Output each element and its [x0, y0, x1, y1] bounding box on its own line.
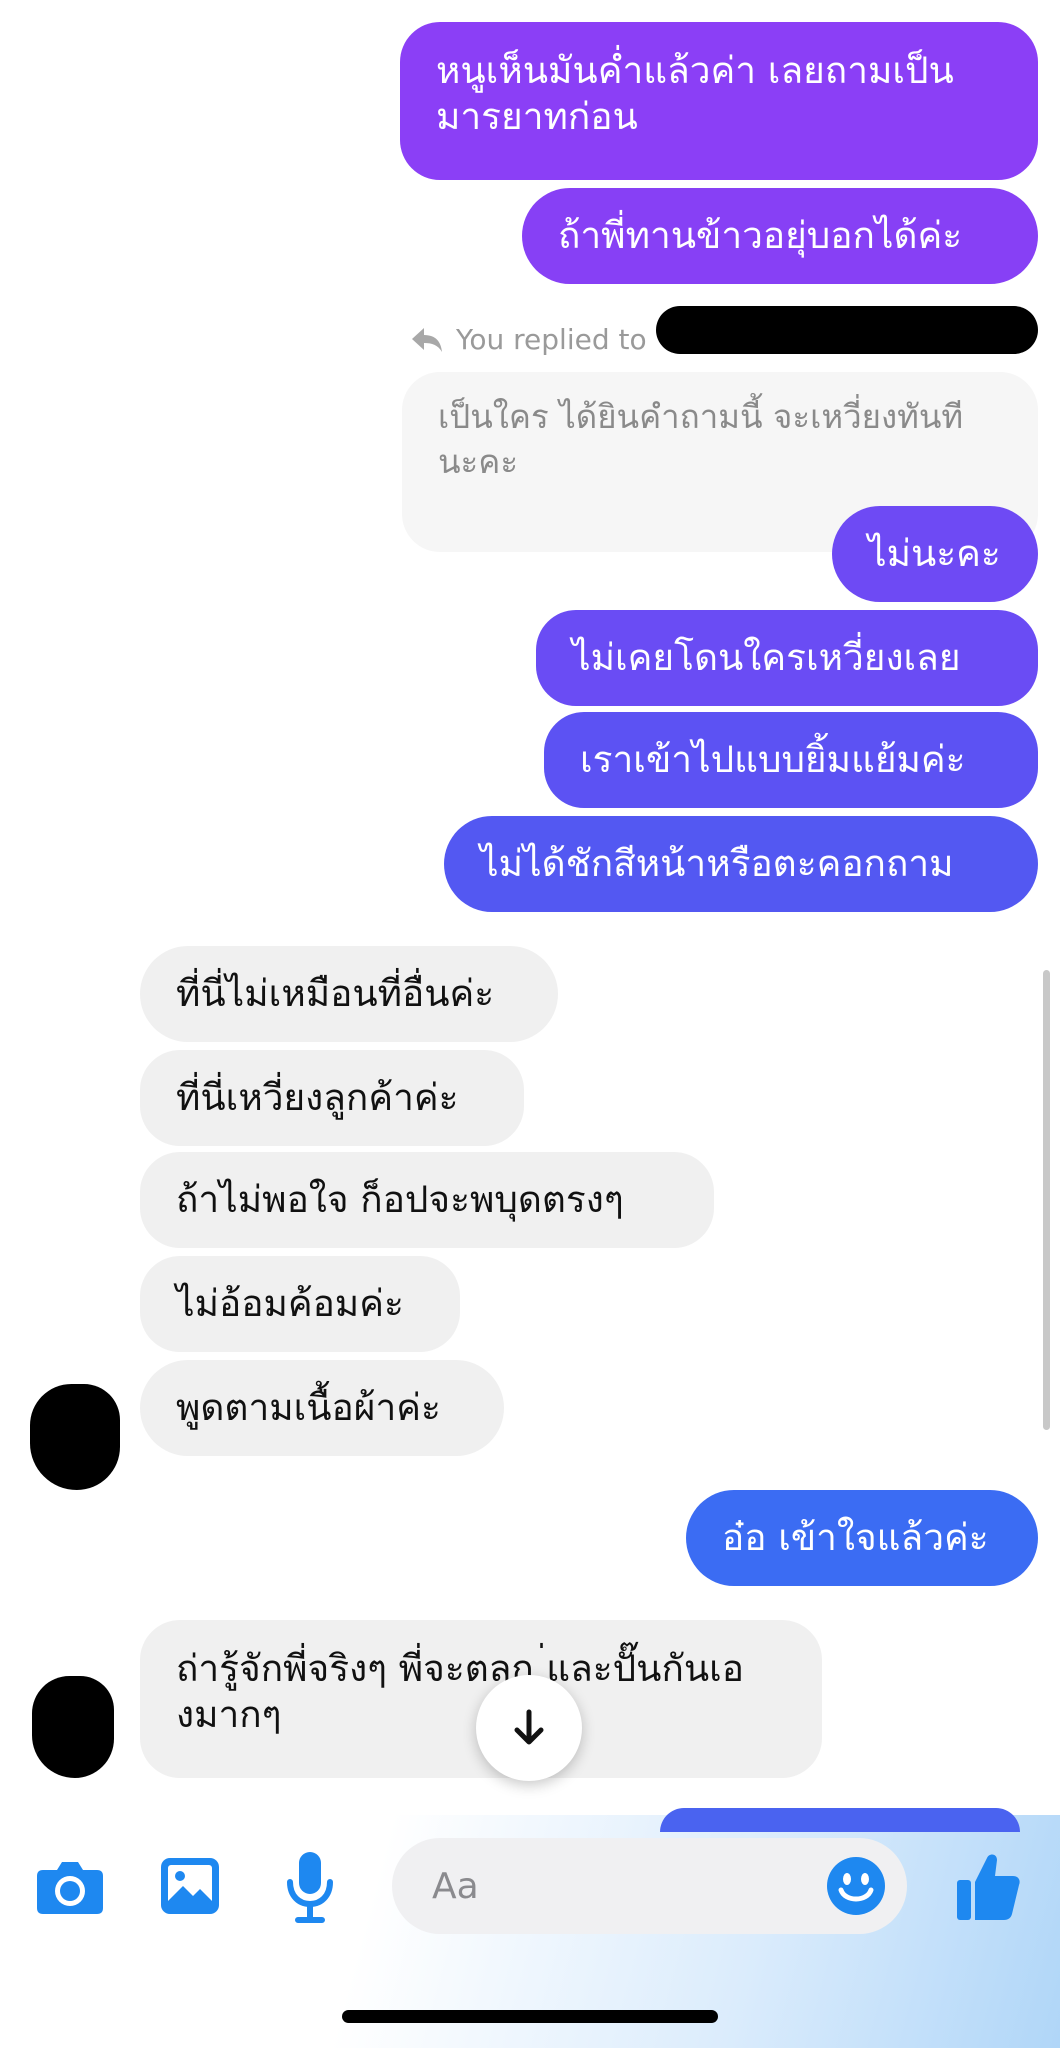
message-incoming[interactable]: ถ่ารู้จักพี่จริงๆ พี่จะตลก ่และปั๊นกันเอ… [140, 1620, 822, 1778]
camera-button[interactable] [30, 1850, 110, 1922]
camera-icon [37, 1862, 103, 1914]
message-incoming[interactable]: ที่นี่ไม่เหมือนที่อื่นค่ะ [140, 946, 558, 1042]
home-indicator [342, 2010, 718, 2023]
microphone-icon [287, 1852, 333, 1923]
message-outgoing[interactable]: ไม่เคยโดนใครเหวี่ยงเลย [536, 610, 1038, 706]
arrow-down-icon [514, 1709, 544, 1745]
message-text: พูดตามเนื้อผ้าค่ะ [176, 1386, 441, 1429]
avatar[interactable] [32, 1676, 114, 1778]
reply-header: You replied to [410, 322, 647, 358]
message-input[interactable] [432, 1860, 792, 1912]
message-text: ไม่ได้ชักสีหน้าหรือตะคอกถาม [480, 842, 954, 885]
message-outgoing[interactable]: เราเข้าไปแบบยิ้มแย้มค่ะ [544, 712, 1038, 808]
message-text: ไม่อ้อมค้อมค่ะ [176, 1282, 404, 1325]
message-text: ถ้าพี่ทานข้าวอยุ่บอกได้ค่ะ [558, 214, 963, 257]
gallery-icon [161, 1858, 219, 1914]
avatar[interactable] [30, 1384, 120, 1490]
microphone-button[interactable] [278, 1848, 342, 1928]
like-button[interactable] [952, 1846, 1024, 1926]
emoji-icon [827, 1857, 885, 1915]
scroll-to-bottom-button[interactable] [476, 1675, 582, 1781]
gallery-button[interactable] [156, 1852, 224, 1920]
message-outgoing[interactable]: หนูเห็นมันค่ำแล้วค่า เลยถามเป็นมารยาทก่อ… [400, 22, 1038, 180]
message-outgoing[interactable]: ไม่นะคะ [832, 506, 1038, 602]
message-text: ถ่ารู้จักพี่จริงๆ พี่จะตลก ่และปั๊นกันเอ… [176, 1647, 745, 1736]
scrollbar[interactable] [1043, 970, 1050, 1430]
reply-arrow-icon [412, 328, 442, 352]
message-outgoing[interactable] [660, 1808, 1020, 1832]
message-incoming[interactable]: ถ้าไม่พอใจ ก็อปจะพบุดตรงๆ [140, 1152, 714, 1248]
redacted-name [656, 306, 1038, 354]
message-text: หนูเห็นมันค่ำแล้วค่า เลยถามเป็นมารยาทก่อ… [436, 49, 954, 138]
message-outgoing[interactable]: ไม่ได้ชักสีหน้าหรือตะคอกถาม [444, 816, 1038, 912]
message-outgoing[interactable]: ถ้าพี่ทานข้าวอยุ่บอกได้ค่ะ [522, 188, 1038, 284]
message-incoming[interactable]: ที่นี่เหวี่ยงลูกค้าค่ะ [140, 1050, 524, 1146]
message-text: ที่นี่ไม่เหมือนที่อื่นค่ะ [176, 972, 495, 1015]
message-incoming[interactable]: ไม่อ้อมค้อมค่ะ [140, 1256, 460, 1352]
message-text: เราเข้าไปแบบยิ้มแย้มค่ะ [580, 738, 966, 781]
message-text: อ๋อ เข้าใจแล้วค่ะ [722, 1516, 989, 1559]
quoted-text: เป็นใคร ได้ยินคำถามนี้ จะเหวี่ยงทันทีนะค… [438, 397, 964, 481]
message-incoming[interactable]: พูดตามเนื้อผ้าค่ะ [140, 1360, 504, 1456]
message-input-container[interactable] [392, 1838, 907, 1934]
message-text: ไม่เคยโดนใครเหวี่ยงเลย [572, 636, 961, 679]
message-outgoing[interactable]: อ๋อ เข้าใจแล้วค่ะ [686, 1490, 1038, 1586]
emoji-button[interactable] [824, 1854, 888, 1918]
reply-label: You replied to [456, 323, 647, 356]
chat-screen: หนูเห็นมันค่ำแล้วค่า เลยถามเป็นมารยาทก่อ… [0, 0, 1060, 2048]
thumbs-up-icon [957, 1854, 1020, 1920]
message-text: ไม่นะคะ [868, 532, 1001, 575]
message-text: ที่นี่เหวี่ยงลูกค้าค่ะ [176, 1076, 459, 1119]
message-text: ถ้าไม่พอใจ ก็อปจะพบุดตรงๆ [176, 1178, 624, 1221]
